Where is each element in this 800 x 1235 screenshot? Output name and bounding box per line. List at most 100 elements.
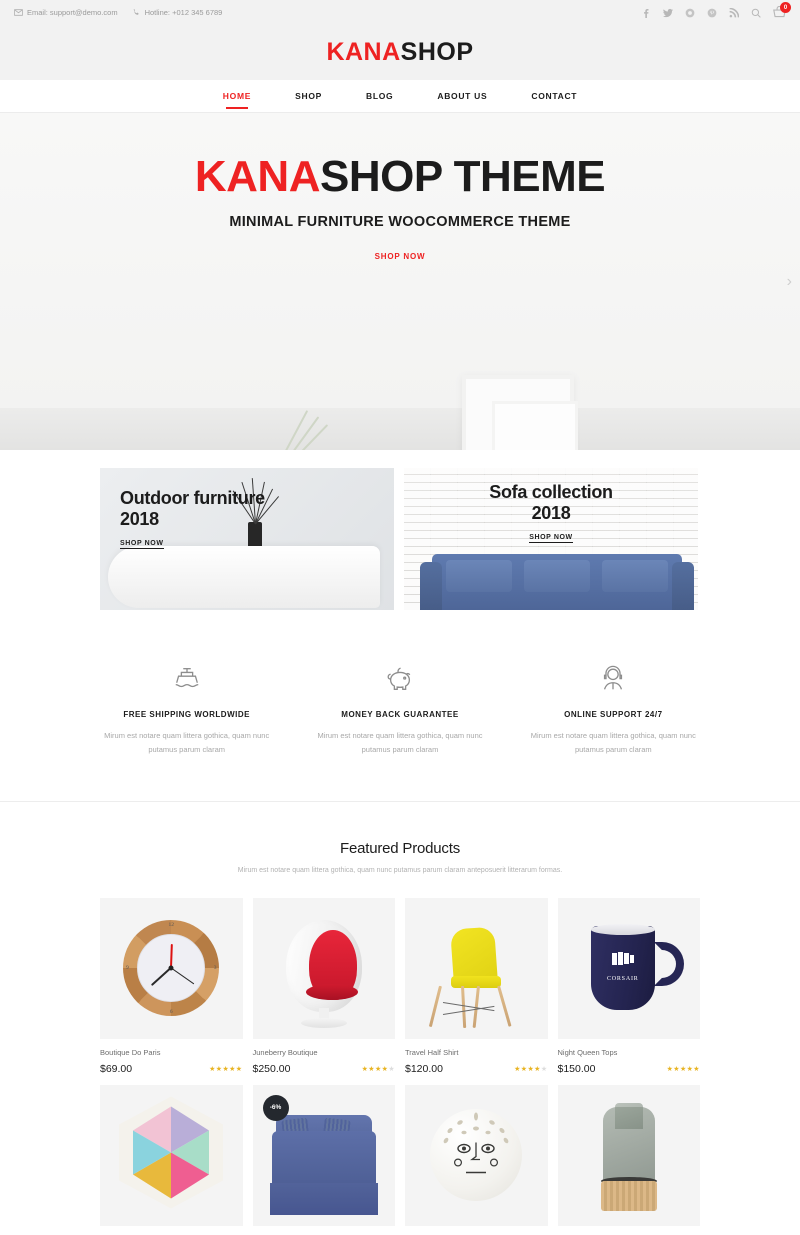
banner-sofa-heading-1: Sofa collection [489, 482, 613, 502]
banner-sofa-shop-now[interactable]: SHOP NOW [529, 534, 573, 544]
featured-products-section: Featured Products Mirum est notare quam … [0, 801, 800, 1235]
piggy-bank-icon [309, 662, 490, 696]
envelope-icon [14, 8, 23, 17]
product-card[interactable] [405, 1084, 548, 1235]
topbar-hotline[interactable]: Hotline: +012 345 6789 [132, 8, 223, 17]
product-rating: ★★★★★ [666, 1065, 700, 1073]
product-card[interactable]: -6% [252, 1084, 395, 1235]
product-card[interactable]: Travel Half Shirt $120.00 ★★★★★ [405, 897, 548, 1075]
rss-icon[interactable] [729, 7, 739, 18]
decor-small-frame [492, 401, 578, 450]
banner-outdoor-text: Outdoor furniture 2018 SHOP NOW [120, 488, 265, 550]
nav-item-contact[interactable]: CONTACT [509, 80, 599, 113]
services-section: FREE SHIPPING WORLDWIDE Mirum est notare… [0, 628, 800, 802]
product-card[interactable]: 12 6 9 3 Boutique Do Paris $69.00 ★★★★★ [100, 897, 243, 1075]
cart-button[interactable]: 0 [773, 2, 791, 19]
support-headset-icon [523, 662, 704, 696]
discount-badge: -6% [262, 1094, 289, 1121]
banner-outdoor-furniture[interactable]: Outdoor furniture 2018 SHOP NOW [100, 468, 394, 610]
topbar-hotline-text: Hotline: +012 345 6789 [144, 8, 223, 17]
product-rating: ★★★★★ [361, 1065, 395, 1073]
nav-item-home[interactable]: HOME [201, 80, 273, 113]
product-thumbnail[interactable] [100, 1084, 243, 1226]
hero-slider: KANASHOP THEME MINIMAL FURNITURE WOOCOMM… [0, 113, 800, 450]
product-thumbnail[interactable] [252, 897, 395, 1039]
pinterest-icon[interactable] [707, 8, 717, 18]
product-price: $120.00 [405, 1062, 443, 1075]
product-card[interactable] [557, 1084, 700, 1235]
main-navigation: HOME SHOP BLOG ABOUT US CONTACT [0, 80, 800, 113]
topbar-email[interactable]: Email: support@demo.com [14, 8, 118, 17]
service-money-back: MONEY BACK GUARANTEE Mirum est notare qu… [293, 662, 506, 757]
promo-banners: Outdoor furniture 2018 SHOP NOW Sofa col… [0, 450, 800, 628]
topbar-email-text: Email: support@demo.com [27, 8, 118, 17]
topbar-social-group: 0 [641, 2, 791, 19]
service-title: MONEY BACK GUARANTEE [341, 710, 459, 719]
product-name: Travel Half Shirt [405, 1047, 459, 1057]
product-card[interactable]: CORSAIR Night Queen Tops $150.00 ★★★★★ [557, 897, 701, 1075]
quilt-pillow-image [100, 1085, 243, 1226]
wall-clock-image: 12 6 9 3 [100, 898, 243, 1039]
ceramic-face-ball-image [405, 1085, 548, 1226]
nav-item-blog[interactable]: BLOG [344, 80, 415, 113]
product-thumbnail[interactable] [405, 897, 548, 1039]
twitter-icon[interactable] [663, 8, 673, 18]
hero-shop-now-button[interactable]: SHOP NOW [375, 252, 426, 261]
product-meta: $69.00 ★★★★★ [100, 1063, 243, 1075]
cart-count-badge: 0 [780, 2, 791, 13]
product-thumbnail[interactable]: -6% [252, 1084, 395, 1226]
product-price: $150.00 [557, 1062, 596, 1075]
banner-outdoor-heading-1: Outdoor furniture [120, 488, 265, 508]
service-free-shipping: FREE SHIPPING WORLDWIDE Mirum est notare… [80, 662, 293, 757]
product-card[interactable]: Juneberry Boutique $250.00 ★★★★★ [252, 897, 396, 1075]
product-meta: $250.00 ★★★★★ [253, 1063, 396, 1075]
service-title: ONLINE SUPPORT 24/7 [564, 710, 663, 719]
logo-bar: KANASHOP [0, 25, 800, 80]
banner-sofa-heading-2: 2018 [531, 503, 571, 524]
logo-part-kana: KANA [326, 38, 401, 66]
hero-subtitle: MINIMAL FURNITURE WOOCOMMERCE THEME [229, 214, 571, 230]
banner-outdoor-shop-now[interactable]: SHOP NOW [120, 540, 164, 550]
product-thumbnail[interactable] [557, 1084, 700, 1226]
phone-icon [132, 8, 141, 17]
nav-item-shop[interactable]: SHOP [273, 80, 344, 113]
product-meta: $150.00 ★★★★★ [558, 1063, 701, 1075]
nav-item-about-us[interactable]: ABOUT US [415, 80, 509, 113]
instagram-icon[interactable] [685, 8, 695, 18]
product-card[interactable] [100, 1084, 243, 1235]
product-price: $69.00 [100, 1062, 133, 1075]
banner-sofa [420, 554, 694, 610]
product-rating: ★★★★★ [209, 1065, 243, 1073]
featured-subtitle: Mirum est notare quam littera gothica, q… [237, 866, 563, 874]
logo-part-shop: SHOP [400, 38, 474, 66]
featured-title: Featured Products [340, 839, 460, 857]
service-title: FREE SHIPPING WORLDWIDE [123, 710, 250, 719]
eames-chair-image [405, 898, 548, 1039]
service-text: Mirum est notare quam littera gothica, q… [530, 731, 696, 754]
ship-icon [96, 662, 277, 696]
search-icon[interactable] [751, 8, 761, 18]
banner-sofa-collection[interactable]: Sofa collection 2018 SHOP NOW [404, 468, 698, 610]
site-logo[interactable]: KANASHOP [326, 38, 473, 67]
product-rating: ★★★★★ [514, 1065, 548, 1073]
top-bar: Email: support@demo.com Hotline: +012 34… [0, 0, 800, 25]
banner-sofa-text: Sofa collection 2018 SHOP NOW [404, 482, 698, 544]
service-online-support: ONLINE SUPPORT 24/7 Mirum est notare qua… [507, 662, 720, 757]
banner-chaise-lounge [108, 546, 380, 608]
product-name: Juneberry Boutique [252, 1047, 318, 1057]
hero-title-red: KANA [194, 152, 321, 201]
product-thumbnail[interactable]: CORSAIR [557, 897, 700, 1039]
hero-title-black: SHOP THEME [319, 152, 606, 201]
topbar-contact-group: Email: support@demo.com Hotline: +012 34… [14, 8, 222, 17]
product-thumbnail[interactable] [405, 1084, 548, 1226]
product-meta: $120.00 ★★★★★ [405, 1063, 548, 1075]
product-thumbnail[interactable]: 12 6 9 3 [100, 897, 243, 1039]
hero-next-arrow-icon[interactable]: › [787, 273, 792, 291]
product-price: $250.00 [252, 1062, 291, 1075]
product-grid: 12 6 9 3 Boutique Do Paris $69.00 ★★★★★ [0, 897, 800, 1235]
hero-title: KANASHOP THEME [0, 155, 800, 199]
product-name: Boutique Do Paris [100, 1047, 161, 1057]
facebook-icon[interactable] [641, 8, 651, 18]
service-text: Mirum est notare quam littera gothica, q… [317, 731, 483, 754]
product-name: Night Queen Tops [557, 1047, 618, 1057]
